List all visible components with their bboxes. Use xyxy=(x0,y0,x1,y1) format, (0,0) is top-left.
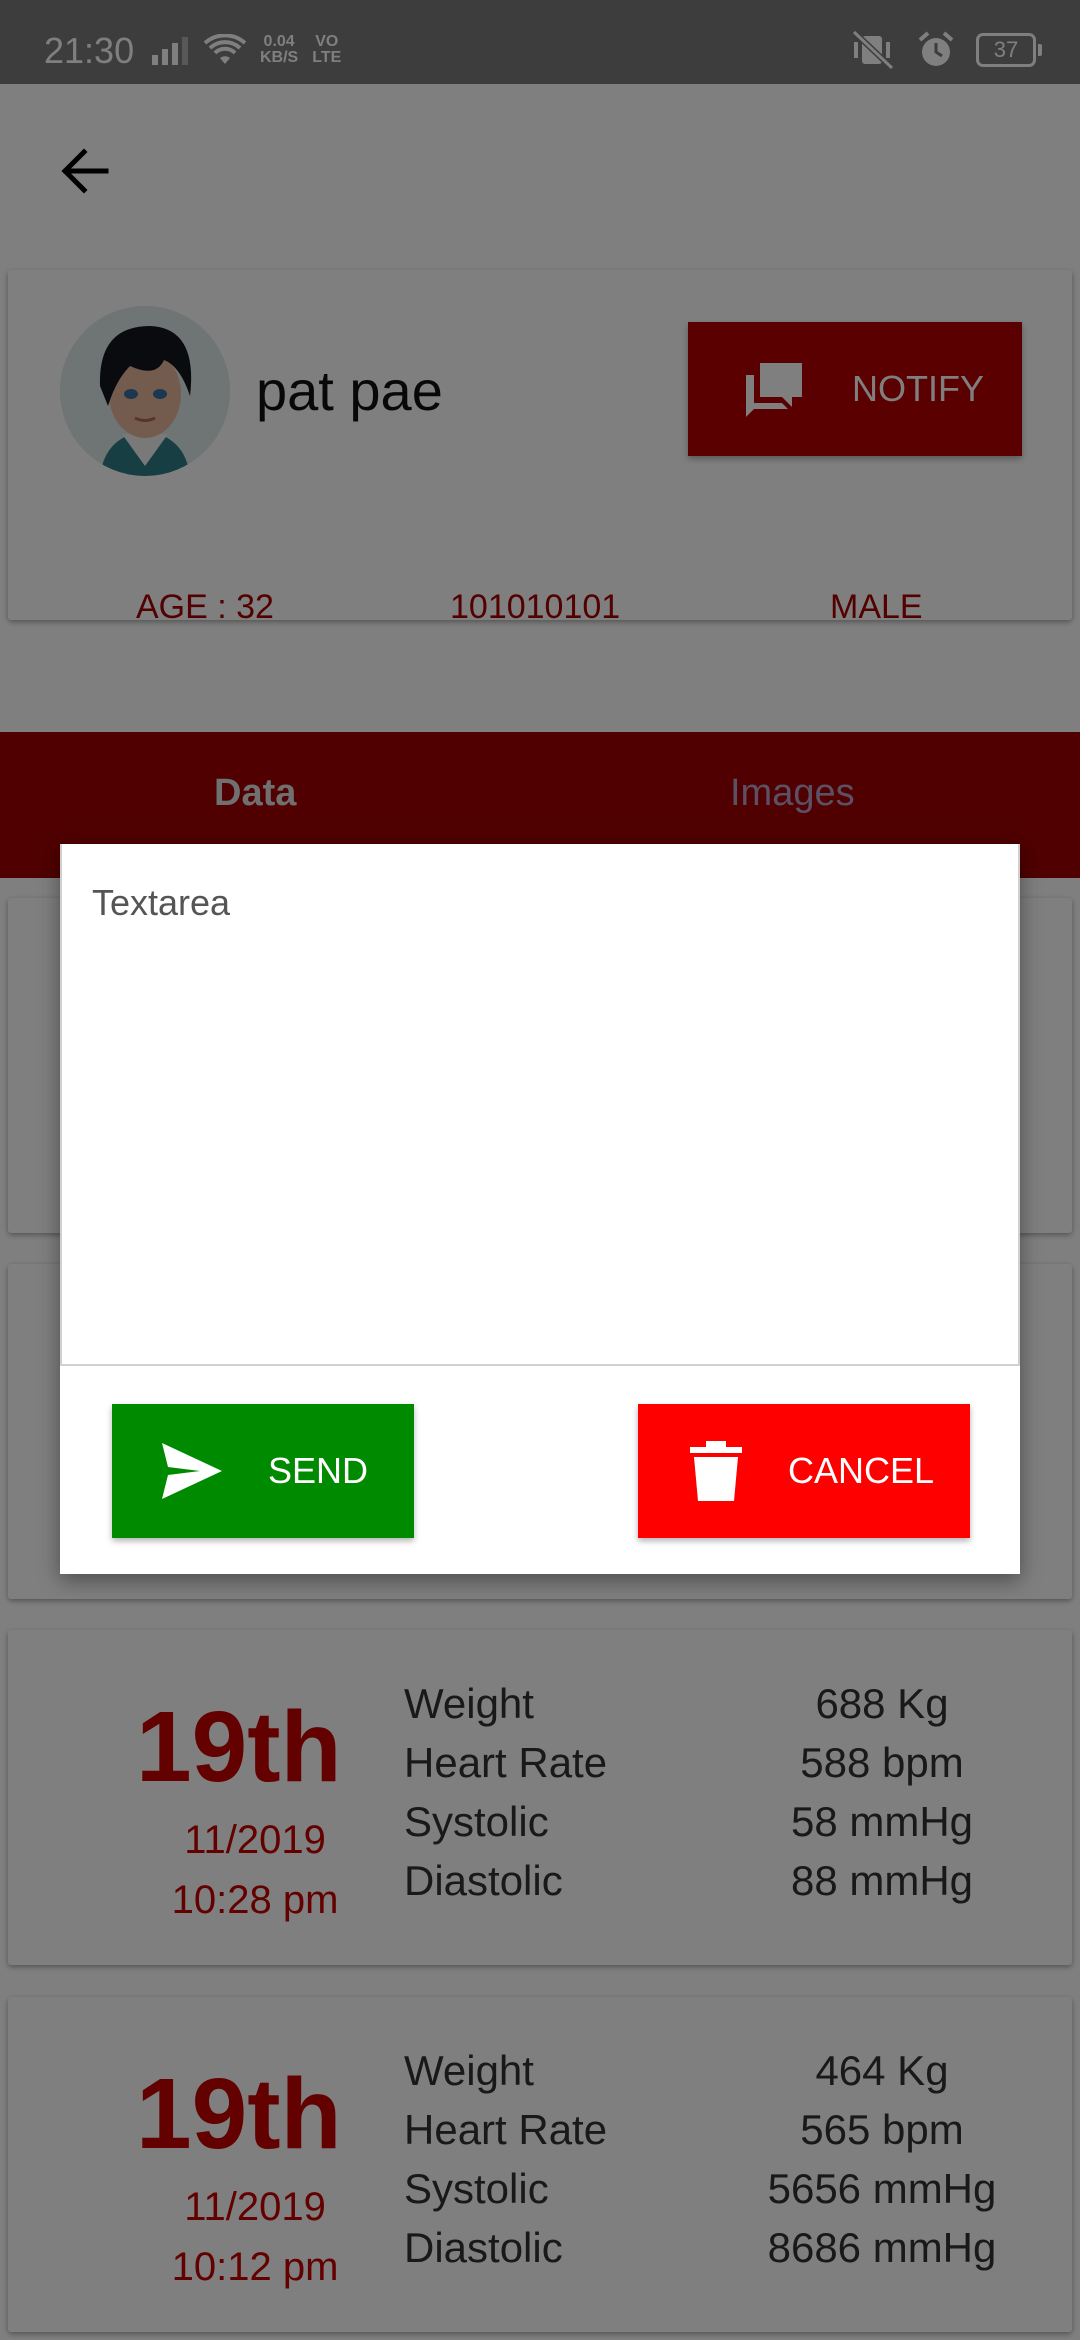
send-icon xyxy=(162,1443,222,1499)
cancel-label: CANCEL xyxy=(788,1450,935,1491)
notify-dialog: SEND CANCEL xyxy=(60,844,1020,1574)
message-textarea[interactable] xyxy=(60,844,1020,1366)
cancel-button[interactable]: CANCEL xyxy=(638,1404,970,1538)
trash-icon xyxy=(690,1441,742,1501)
send-label: SEND xyxy=(268,1450,369,1491)
send-button[interactable]: SEND xyxy=(112,1404,414,1538)
